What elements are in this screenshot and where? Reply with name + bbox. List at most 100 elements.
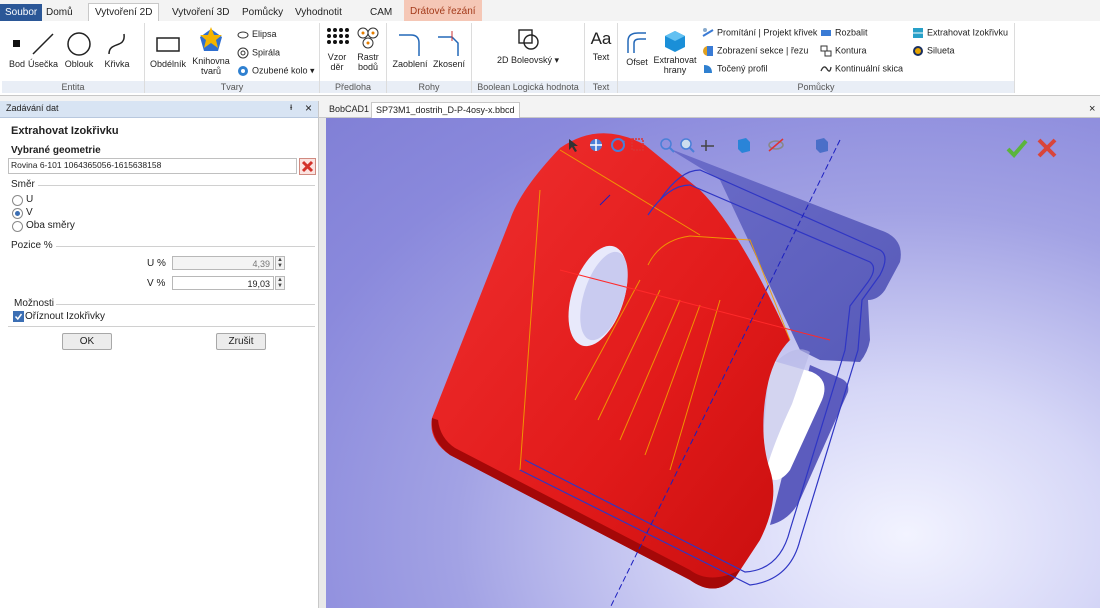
magnify-icon bbox=[680, 138, 695, 153]
oblouk-button[interactable]: Oblouk bbox=[62, 31, 96, 69]
arc-icon bbox=[67, 32, 91, 56]
tab-domu[interactable]: Domů bbox=[40, 4, 79, 21]
trim-isocurves-label: Oříznout Izokřivky bbox=[25, 311, 106, 322]
zobrazeni-sekce-button[interactable]: Zobrazení sekce | řezu bbox=[702, 45, 808, 57]
panel-header: Zadávání dat ᵼ × bbox=[0, 101, 318, 118]
ozubene-kolo-button[interactable]: Ozubené kolo ▾ bbox=[237, 65, 315, 77]
tab-soubor[interactable]: Soubor bbox=[0, 4, 43, 21]
splitter[interactable] bbox=[319, 118, 326, 608]
extract-edges-icon bbox=[665, 31, 685, 52]
chamfer-icon bbox=[438, 31, 459, 56]
gear-icon bbox=[238, 66, 248, 76]
group-rohy: Zaoblení Zkosení Rohy bbox=[387, 23, 472, 93]
tab-bobcad1[interactable]: BobCAD1 bbox=[325, 102, 375, 117]
trim-isocurves-checkbox[interactable] bbox=[13, 311, 24, 322]
visibility-icon bbox=[768, 138, 784, 152]
tab-cam[interactable]: CAM bbox=[364, 4, 398, 21]
close-icon bbox=[301, 160, 314, 173]
toceny-profil-button[interactable]: Točený profil bbox=[702, 63, 768, 75]
radio-v[interactable] bbox=[12, 208, 23, 219]
v-percent-input[interactable]: 19,03 bbox=[172, 276, 274, 290]
point-icon bbox=[13, 40, 20, 47]
unfold-icon bbox=[821, 30, 831, 36]
group-label-predloha: Předloha bbox=[320, 81, 386, 93]
remove-geometry-button[interactable] bbox=[299, 158, 316, 175]
radio-u-label: U bbox=[26, 194, 34, 205]
position-divider bbox=[56, 246, 315, 247]
ok-button[interactable]: OK bbox=[62, 333, 112, 350]
document-close-icon[interactable]: × bbox=[1085, 102, 1099, 117]
group-label-pomucky: Pomůcky bbox=[618, 81, 1014, 93]
zaobleni-button[interactable]: Zaoblení bbox=[391, 31, 429, 69]
revolved-profile-icon bbox=[704, 65, 712, 73]
text-icon: Aa bbox=[590, 29, 612, 48]
group-text: Aa Text Text bbox=[585, 23, 618, 93]
hole-pattern-icon bbox=[327, 28, 349, 44]
vzor-der-button[interactable]: Vzor děr bbox=[324, 26, 350, 72]
kontinualni-skica-button[interactable]: Kontinuální skica bbox=[820, 63, 903, 75]
obdelnik-button[interactable]: Obdélník bbox=[149, 31, 187, 69]
panel-close-icon[interactable]: × bbox=[305, 101, 312, 115]
selected-geometry-title: Vybrané geometrie bbox=[11, 145, 101, 156]
fillet-icon bbox=[399, 34, 420, 56]
silueta-button[interactable]: Silueta bbox=[912, 45, 955, 57]
extrahovat-izokrivku-button[interactable]: Extrahovat Izokřivku bbox=[912, 27, 1008, 39]
view-cube-icon bbox=[738, 138, 750, 153]
options-divider bbox=[56, 304, 315, 305]
extrahovat-hrany-button[interactable]: Extrahovat hrany bbox=[652, 29, 698, 75]
rastr-bodu-button[interactable]: Rastr bodů bbox=[354, 26, 382, 72]
select-arrow-icon bbox=[569, 139, 578, 152]
u-percent-input[interactable]: 4,39 bbox=[172, 256, 274, 270]
panel-header-title: Zadávání dat bbox=[6, 103, 59, 113]
knihovna-tvaru-button[interactable]: Knihovna tvarů bbox=[189, 26, 233, 76]
group-label-rohy: Rohy bbox=[387, 81, 471, 93]
direction-label: Směr bbox=[11, 179, 35, 190]
rotate-icon bbox=[611, 138, 625, 152]
tab-dratove-rezani[interactable]: Drátové řezání bbox=[404, 0, 482, 21]
selected-geometry-field[interactable]: Rovina 6-101 1064365056-1615638158 bbox=[8, 158, 297, 174]
shape-library-icon bbox=[200, 27, 222, 51]
group-boolean: 2D Boleovský ▾ Boolean Logická hodnota bbox=[472, 23, 585, 93]
tab-vytvoreni-3d[interactable]: Vytvoření 3D bbox=[166, 4, 235, 21]
u-percent-label: U % bbox=[147, 258, 166, 269]
position-label: Pozice % bbox=[11, 240, 53, 251]
ribbon-tab-bar: Soubor Domů Vytvoření 2D Vytvoření 3D Po… bbox=[0, 0, 1100, 22]
elipsa-button[interactable]: Elipsa bbox=[237, 29, 277, 39]
cancel-x-icon bbox=[1037, 138, 1057, 158]
silhouette-icon bbox=[913, 46, 923, 56]
pan-icon bbox=[590, 139, 602, 151]
usecka-button[interactable]: Úsečka bbox=[28, 31, 58, 69]
text-button[interactable]: Aa Text bbox=[587, 28, 615, 62]
cancel-operation-button[interactable] bbox=[1036, 138, 1058, 158]
data-entry-panel bbox=[0, 101, 319, 608]
pin-icon[interactable]: ᵼ bbox=[290, 102, 292, 113]
check-icon bbox=[14, 313, 23, 321]
confirm-button[interactable] bbox=[1006, 138, 1028, 158]
zoom-window-icon bbox=[631, 138, 644, 151]
tab-vytvoreni-2d[interactable]: Vytvoření 2D bbox=[88, 3, 160, 22]
rozbalit-button[interactable]: Rozbalit bbox=[820, 27, 868, 39]
boolean-icon bbox=[518, 29, 539, 50]
zkoseni-button[interactable]: Zkosení bbox=[431, 31, 467, 69]
3d-viewport[interactable] bbox=[326, 118, 1100, 608]
v-percent-spinner[interactable]: ▲ ▼ bbox=[275, 276, 285, 290]
krivka-button[interactable]: Křivka bbox=[100, 31, 134, 69]
direction-divider bbox=[38, 185, 315, 186]
tab-sp73m1[interactable]: SP73M1_dostrih_D-P-4osy-x.bbcd bbox=[371, 102, 520, 118]
promitani-button[interactable]: Promítání | Projekt křivek bbox=[702, 27, 817, 39]
u-percent-spinner[interactable]: ▲ ▼ bbox=[275, 256, 285, 270]
spirala-button[interactable]: Spirála bbox=[237, 47, 280, 59]
tab-pomucky[interactable]: Pomůcky bbox=[236, 4, 289, 21]
kontura-button[interactable]: Kontura bbox=[820, 45, 867, 57]
tab-vyhodnotit[interactable]: Vyhodnotit bbox=[289, 4, 348, 21]
ofset-button[interactable]: Ofset bbox=[622, 29, 652, 67]
group-predloha: Vzor děr Rastr bodů Předloha bbox=[320, 23, 387, 93]
radio-both[interactable] bbox=[12, 221, 23, 232]
projection-icon bbox=[702, 28, 714, 37]
radio-u[interactable] bbox=[12, 195, 23, 206]
bod-button[interactable]: Bod bbox=[8, 31, 26, 69]
cancel-button[interactable]: Zrušit bbox=[216, 333, 266, 350]
boolean-2d-button[interactable]: 2D Boleovský ▾ bbox=[496, 27, 560, 65]
zoom-extents-icon bbox=[660, 138, 675, 153]
options-bottom-divider bbox=[8, 326, 315, 327]
